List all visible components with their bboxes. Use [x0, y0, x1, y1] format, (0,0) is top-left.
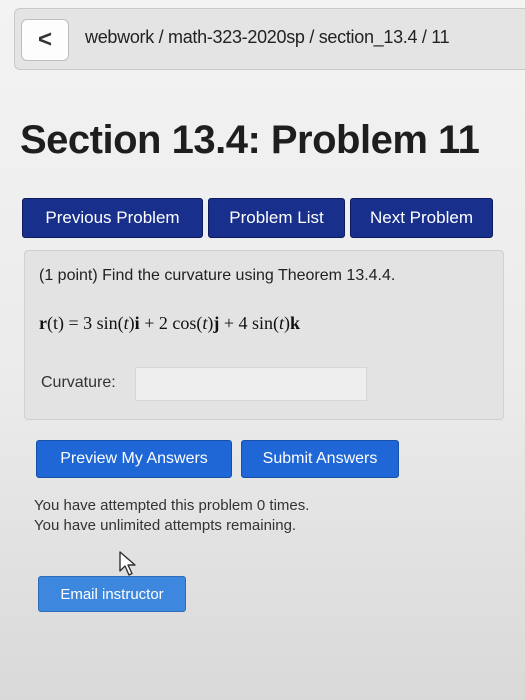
email-instructor-button[interactable]: Email instructor [38, 576, 186, 612]
curvature-label: Curvature: [41, 374, 116, 391]
remaining-line: You have unlimited attempts remaining. [34, 517, 297, 534]
problem-formula: r(t) = 3 sin(t)i + 2 cos(t)j + 4 sin(t)k [39, 313, 301, 333]
submit-answers-button[interactable]: Submit Answers [241, 440, 399, 478]
problem-list-button[interactable]: Problem List [208, 198, 345, 238]
problem-panel: (1 point) Find the curvature using Theor… [24, 250, 504, 420]
back-button[interactable]: < [21, 19, 69, 61]
attempts-info: You have attempted this problem 0 times.… [34, 496, 309, 536]
problem-statement: (1 point) Find the curvature using Theor… [39, 267, 396, 284]
next-problem-button[interactable]: Next Problem [350, 198, 493, 238]
breadcrumb[interactable]: webwork / math-323-2020sp / section_13.4… [85, 27, 450, 48]
breadcrumb-bar: < webwork / math-323-2020sp / section_13… [14, 8, 525, 70]
curvature-input[interactable] [135, 367, 367, 401]
chevron-left-icon: < [37, 26, 52, 53]
attempts-line: You have attempted this problem 0 times. [34, 497, 310, 514]
mouse-pointer-icon [119, 551, 136, 576]
previous-problem-button[interactable]: Previous Problem [22, 198, 203, 238]
page-title: Section 13.4: Problem 11 [20, 118, 480, 162]
preview-answers-button[interactable]: Preview My Answers [36, 440, 232, 478]
